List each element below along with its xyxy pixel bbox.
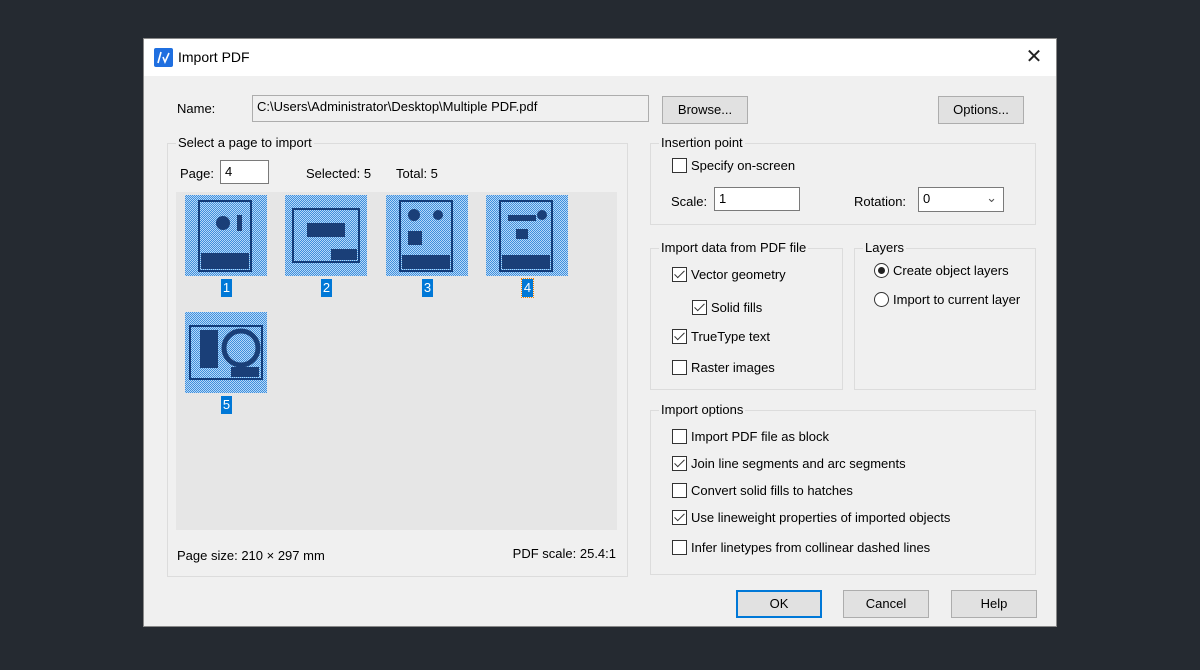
checkbox-box[interactable] bbox=[672, 483, 687, 498]
page-thumbnail[interactable] bbox=[486, 195, 568, 276]
import-option-checkbox[interactable]: Join line segments and arc segments bbox=[672, 456, 906, 471]
group-label: Select a page to import bbox=[176, 135, 314, 150]
import-option-checkbox[interactable]: Infer linetypes from collinear dashed li… bbox=[672, 540, 930, 555]
checkbox-label: Raster images bbox=[691, 360, 775, 375]
page-number-label[interactable]: 3 bbox=[422, 279, 433, 297]
rotation-value: 0 bbox=[923, 191, 931, 206]
page-label: Page: bbox=[180, 166, 214, 181]
drawing-preview bbox=[198, 200, 252, 272]
pdf-scale: PDF scale: 25.4:1 bbox=[512, 546, 616, 561]
close-icon[interactable]: ✕ bbox=[1020, 43, 1048, 71]
page-thumbnail[interactable] bbox=[386, 195, 468, 276]
title-bar: Import PDF ✕ bbox=[144, 39, 1056, 76]
import-data-checkbox[interactable]: TrueType text bbox=[672, 329, 770, 344]
ok-button[interactable]: OK bbox=[736, 590, 822, 618]
rotation-label: Rotation: bbox=[854, 194, 907, 209]
file-name-field[interactable]: C:\Users\Administrator\Desktop\Multiple … bbox=[252, 95, 649, 122]
layer-radio[interactable]: Create object layers bbox=[874, 263, 1009, 278]
window-title: Import PDF bbox=[178, 49, 250, 65]
specify-on-screen-checkbox[interactable]: Specify on-screen bbox=[672, 158, 795, 173]
help-button[interactable]: Help bbox=[951, 590, 1037, 618]
checkbox-label: Use lineweight properties of imported ob… bbox=[691, 510, 951, 525]
checkbox-box[interactable] bbox=[672, 540, 687, 555]
checkbox-label: Join line segments and arc segments bbox=[691, 456, 906, 471]
page-thumbnail[interactable] bbox=[285, 195, 367, 276]
checkbox-label: TrueType text bbox=[691, 329, 770, 344]
scale-input[interactable]: 1 bbox=[714, 187, 800, 211]
group-label: Import options bbox=[659, 402, 746, 417]
import-data-checkbox[interactable]: Raster images bbox=[672, 360, 775, 375]
drawing-preview bbox=[189, 325, 263, 380]
radio-label: Import to current layer bbox=[893, 292, 1021, 307]
total-count: Total: 5 bbox=[396, 166, 438, 181]
checkbox-box[interactable] bbox=[672, 429, 687, 444]
browse-button[interactable]: Browse... bbox=[662, 96, 748, 124]
thumbnail-list[interactable]: 1 2 3 4 5 bbox=[176, 192, 617, 530]
selected-count: Selected: 5 bbox=[306, 166, 372, 181]
checkbox-box[interactable] bbox=[672, 158, 687, 173]
drawing-preview bbox=[292, 208, 360, 263]
page-number-label[interactable]: 2 bbox=[321, 279, 332, 297]
checkbox-label: Infer linetypes from collinear dashed li… bbox=[691, 540, 931, 555]
group-label: Insertion point bbox=[659, 135, 745, 150]
checkbox-label: Solid fills bbox=[711, 300, 763, 315]
page-number-label[interactable]: 1 bbox=[221, 279, 232, 297]
app-icon bbox=[154, 48, 173, 67]
group-label: Import data from PDF file bbox=[659, 240, 809, 255]
group-label: Layers bbox=[863, 240, 907, 255]
cancel-button[interactable]: Cancel bbox=[843, 590, 929, 618]
checkbox-box[interactable] bbox=[692, 300, 707, 315]
page-number-label[interactable]: 5 bbox=[221, 396, 232, 414]
radio-button[interactable] bbox=[874, 263, 889, 278]
page-thumbnail[interactable] bbox=[185, 312, 267, 393]
import-option-checkbox[interactable]: Import PDF file as block bbox=[672, 429, 829, 444]
rotation-select[interactable]: 0 ⌄ bbox=[918, 187, 1004, 212]
options-button[interactable]: Options... bbox=[938, 96, 1024, 124]
import-option-checkbox[interactable]: Use lineweight properties of imported ob… bbox=[672, 510, 950, 525]
checkbox-box[interactable] bbox=[672, 360, 687, 375]
checkbox-box[interactable] bbox=[672, 510, 687, 525]
import-data-checkbox[interactable]: Solid fills bbox=[692, 300, 762, 315]
chevron-down-icon: ⌄ bbox=[986, 190, 997, 205]
layer-radio[interactable]: Import to current layer bbox=[874, 292, 1020, 307]
checkbox-label: Specify on-screen bbox=[691, 158, 796, 173]
name-label: Name: bbox=[177, 101, 216, 116]
checkbox-label: Vector geometry bbox=[691, 267, 786, 282]
radio-button[interactable] bbox=[874, 292, 889, 307]
page-number-label[interactable]: 4 bbox=[521, 278, 534, 298]
insertion-point-group: Insertion point bbox=[650, 135, 1036, 225]
drawing-preview bbox=[499, 200, 553, 272]
checkbox-label: Import PDF file as block bbox=[691, 429, 829, 444]
scale-label: Scale: bbox=[671, 194, 708, 209]
checkbox-box[interactable] bbox=[672, 267, 687, 282]
import-pdf-dialog: Import PDF ✕ Name: C:\Users\Administrato… bbox=[143, 38, 1057, 627]
import-option-checkbox[interactable]: Convert solid fills to hatches bbox=[672, 483, 853, 498]
drawing-preview bbox=[399, 200, 453, 272]
checkbox-box[interactable] bbox=[672, 456, 687, 471]
checkbox-box[interactable] bbox=[672, 329, 687, 344]
page-thumbnail[interactable] bbox=[185, 195, 267, 276]
page-size: Page size: 210 × 297 mm bbox=[177, 548, 325, 563]
checkbox-label: Convert solid fills to hatches bbox=[691, 483, 853, 498]
import-data-checkbox[interactable]: Vector geometry bbox=[672, 267, 786, 282]
page-input[interactable]: 4 bbox=[220, 160, 269, 184]
radio-label: Create object layers bbox=[893, 263, 1009, 278]
